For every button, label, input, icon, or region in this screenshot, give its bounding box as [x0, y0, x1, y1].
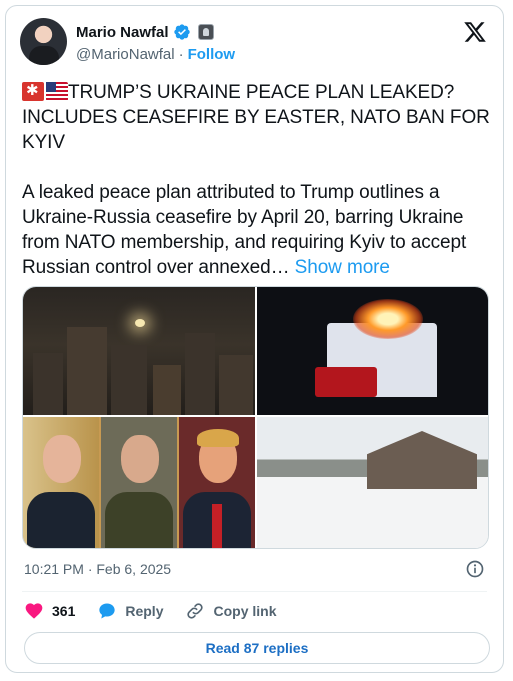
- snowy-ruins-photo[interactable]: [257, 417, 488, 548]
- author-name-row: Mario Nawfal: [76, 23, 214, 41]
- show-more-link[interactable]: Show more: [295, 257, 390, 278]
- info-icon[interactable]: [465, 559, 485, 579]
- damaged-house: [367, 431, 477, 489]
- tweet-headline-row: TRUMP’S UKRAINE PEACE PLAN LEAKED? INCLU…: [22, 80, 492, 155]
- copy-link-button[interactable]: Copy link: [185, 601, 277, 621]
- follow-button[interactable]: Follow: [188, 46, 236, 63]
- handle-row: @MarioNawfal · Follow: [76, 46, 235, 63]
- author-name[interactable]: Mario Nawfal: [76, 24, 169, 41]
- tweet-headline: TRUMP’S UKRAINE PEACE PLAN LEAKED? INCLU…: [22, 82, 490, 153]
- night-city-photo[interactable]: [23, 287, 255, 415]
- affiliation-badge-icon[interactable]: [197, 24, 214, 40]
- divider: [22, 591, 487, 592]
- separator-dot: ·: [178, 46, 184, 63]
- avatar[interactable]: [20, 18, 67, 65]
- like-button[interactable]: 361: [24, 601, 75, 621]
- reply-button[interactable]: Reply: [97, 601, 163, 621]
- reply-label: Reply: [125, 603, 164, 619]
- like-count: 361: [52, 603, 76, 619]
- three-leaders-photo[interactable]: [23, 417, 255, 548]
- verified-badge-icon: [173, 24, 190, 40]
- x-logo-icon[interactable]: [463, 20, 487, 44]
- tweet-text: A leaked peace plan attributed to Trump …: [22, 182, 467, 278]
- us-flag-icon: [46, 82, 68, 101]
- copy-link-label: Copy link: [213, 603, 277, 619]
- fire-truck: [315, 367, 377, 397]
- reply-bubble-icon: [99, 603, 116, 619]
- heart-icon: [25, 603, 43, 619]
- rotating-light-icon: [22, 81, 44, 101]
- tweet-text-row: A leaked peace plan attributed to Trump …: [22, 180, 492, 280]
- explosion-light: [135, 319, 145, 327]
- tweet-card: Mario Nawfal @MarioNawfal · Follow TRUMP…: [5, 5, 504, 673]
- burning-building-photo[interactable]: [257, 287, 488, 415]
- read-replies-button[interactable]: Read 87 replies: [24, 632, 490, 664]
- author-handle[interactable]: @MarioNawfal: [76, 46, 175, 63]
- media-grid: [22, 286, 489, 549]
- timestamp[interactable]: 10:21 PM · Feb 6, 2025: [24, 561, 171, 577]
- action-bar: 361 Reply Copy link: [24, 601, 299, 621]
- fire: [353, 299, 423, 339]
- link-icon: [187, 603, 204, 619]
- tweet-body: TRUMP’S UKRAINE PEACE PLAN LEAKED? INCLU…: [22, 80, 492, 280]
